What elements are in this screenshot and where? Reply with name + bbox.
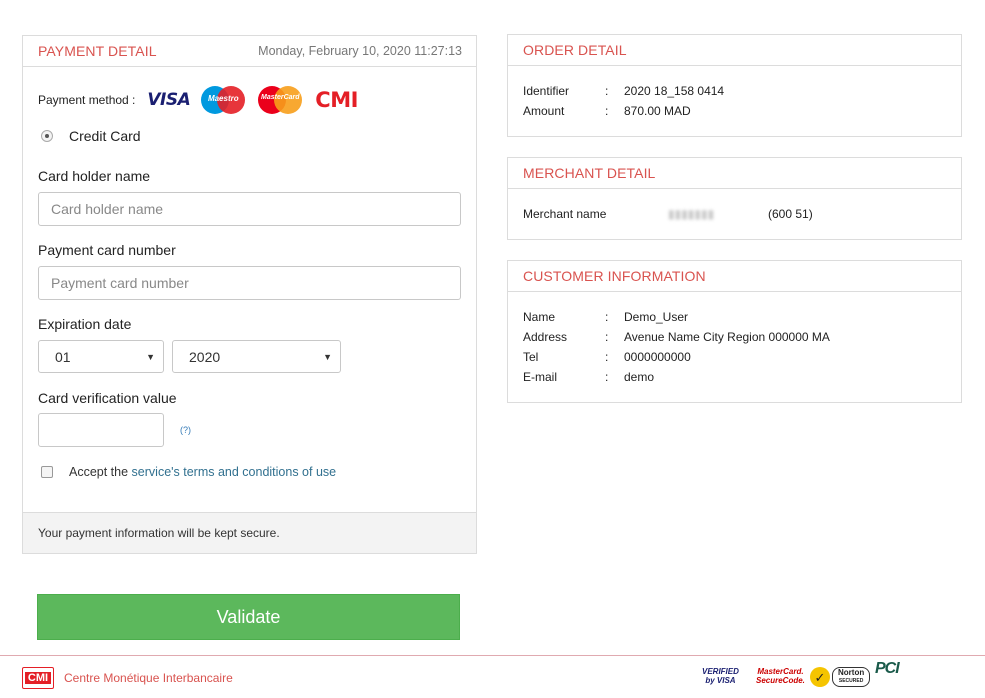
credit-card-radio[interactable] — [41, 130, 53, 142]
customer-information-panel: CUSTOMER INFORMATION Name : Demo_User Ad… — [507, 260, 962, 403]
cvv-help-link[interactable]: (?) — [180, 425, 191, 435]
maestro-logo: Maestro — [201, 86, 246, 114]
visa-logo: VISA — [147, 90, 191, 110]
chevron-down-icon: ▼ — [323, 351, 332, 362]
pci-badge: PCI — [875, 660, 900, 677]
card-number-label: Payment card number — [38, 242, 176, 258]
expiration-label: Expiration date — [38, 316, 132, 332]
expiration-year-select[interactable]: 2020 ▼ — [172, 340, 341, 373]
merchant-name-row: Merchant name ▮▮▮▮▮▮▮ (600 51) — [523, 207, 813, 221]
credit-card-label: Credit Card — [69, 128, 141, 144]
footer-divider — [0, 655, 985, 656]
expiration-month-value: 01 — [55, 348, 71, 365]
mastercard-securecode-badge: MasterCard. SecureCode. — [756, 667, 805, 685]
secure-note-bar: Your payment information will be kept se… — [23, 512, 476, 553]
order-identifier-row: Identifier : 2020 18_158 0414 — [523, 84, 725, 98]
merchant-detail-header: MERCHANT DETAIL — [508, 158, 961, 189]
validate-button[interactable]: Validate — [37, 594, 460, 640]
order-amount-value: 870.00 MAD — [624, 104, 691, 118]
order-amount-row: Amount : 870.00 MAD — [523, 104, 691, 118]
merchant-name-value: (600 51) — [768, 207, 813, 221]
order-detail-header: ORDER DETAIL — [508, 35, 961, 66]
checkmark-icon: ✓ — [810, 667, 830, 687]
expiration-month-select[interactable]: 01 ▼ — [38, 340, 164, 373]
order-identifier-value: 2020 18_158 0414 — [624, 84, 725, 98]
customer-email-row: E-mail : demo — [523, 370, 655, 384]
card-holder-input[interactable] — [38, 192, 461, 226]
chevron-down-icon: ▼ — [146, 351, 155, 362]
norton-secured-badge: ✓ Norton SECURED — [810, 667, 871, 687]
payment-detail-header: PAYMENT DETAIL Monday, February 10, 2020… — [23, 36, 476, 67]
payment-detail-panel: PAYMENT DETAIL Monday, February 10, 2020… — [22, 35, 477, 554]
footer-org-name: Centre Monétique Interbancaire — [64, 671, 233, 685]
verified-by-visa-badge: VERIFIED by VISA — [702, 667, 739, 685]
card-number-input[interactable] — [38, 266, 461, 300]
cmi-footer-logo: CMI — [22, 667, 54, 689]
credit-card-option[interactable]: Credit Card — [41, 128, 141, 144]
customer-information-title: CUSTOMER INFORMATION — [523, 268, 706, 284]
customer-address-row: Address : Avenue Name City Region 000000… — [523, 330, 830, 344]
mastercard-logo: MasterCard — [258, 86, 303, 114]
cvv-input[interactable] — [38, 413, 164, 447]
transaction-datetime: Monday, February 10, 2020 11:27:13 — [258, 44, 462, 58]
terms-text: Accept the service's terms and condition… — [69, 465, 337, 479]
customer-information-header: CUSTOMER INFORMATION — [508, 261, 961, 292]
terms-checkbox[interactable] — [41, 466, 53, 478]
terms-row: Accept the service's terms and condition… — [41, 465, 336, 479]
customer-tel-row: Tel : 0000000000 — [523, 350, 691, 364]
secure-note: Your payment information will be kept se… — [38, 526, 280, 540]
cvv-label: Card verification value — [38, 390, 177, 406]
card-holder-label: Card holder name — [38, 168, 151, 184]
customer-name-row: Name : Demo_User — [523, 310, 689, 324]
payment-method-row: Payment method : VISA Maestro MasterCard… — [38, 86, 358, 114]
order-detail-panel: ORDER DETAIL Identifier : 2020 18_158 04… — [507, 34, 962, 137]
merchant-detail-title: MERCHANT DETAIL — [523, 165, 656, 181]
order-detail-title: ORDER DETAIL — [523, 42, 627, 58]
terms-link[interactable]: service's terms and conditions of use — [132, 465, 337, 479]
merchant-detail-panel: MERCHANT DETAIL Merchant name ▮▮▮▮▮▮▮ (6… — [507, 157, 962, 240]
payment-method-label: Payment method : — [38, 93, 136, 107]
cmi-logo: CMI — [315, 88, 358, 112]
payment-detail-title: PAYMENT DETAIL — [38, 43, 157, 59]
expiration-year-value: 2020 — [189, 348, 221, 365]
